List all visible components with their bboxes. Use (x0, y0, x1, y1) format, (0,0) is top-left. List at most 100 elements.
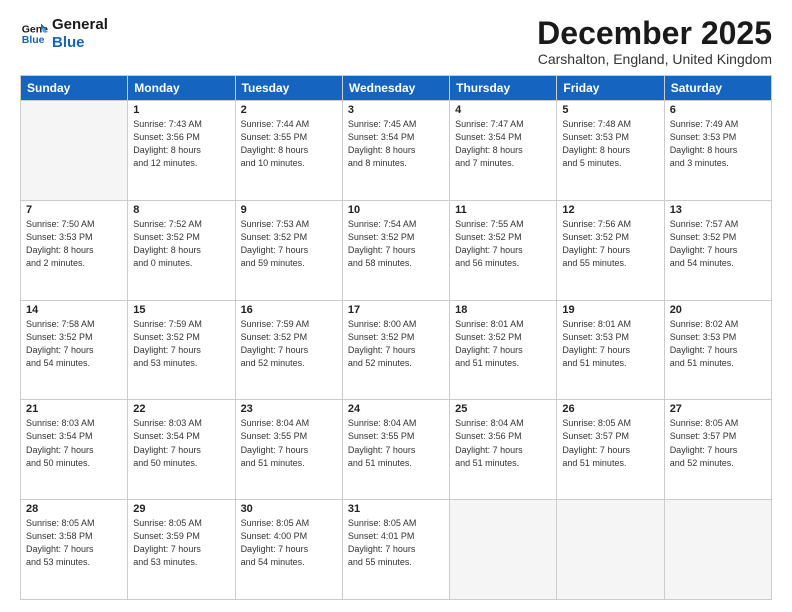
day-info: Sunrise: 8:04 AM Sunset: 3:56 PM Dayligh… (455, 417, 551, 469)
day-number: 3 (348, 104, 444, 116)
calendar-cell: 17Sunrise: 8:00 AM Sunset: 3:52 PM Dayli… (342, 300, 449, 400)
calendar-cell: 24 Sunrise: 8:04 AM Sunset: 3:55 PM Dayli… (342, 400, 449, 500)
day-number: 14 (26, 304, 122, 316)
day-number: 10 (348, 204, 444, 216)
day-info: Sunrise: 7:45 AM Sunset: 3:54 PM Dayligh… (348, 118, 444, 170)
calendar-cell: 2 Sunrise: 7:44 AM Sunset: 3:55 PM Daylig… (235, 101, 342, 201)
calendar-cell: 29 Sunrise: 8:05 AM Sunset: 3:59 PM Dayli… (128, 500, 235, 600)
calendar-cell: 25Sunrise: 8:04 AM Sunset: 3:56 PM Dayli… (450, 400, 557, 500)
calendar-cell: 19 Sunrise: 8:01 AM Sunset: 3:53 PM Dayli… (557, 300, 664, 400)
calendar-cell: 28 Sunrise: 8:05 AM Sunset: 3:58 PM Dayli… (21, 500, 128, 600)
day-info: Sunrise: 8:03 AM Sunset: 3:54 PM Dayligh… (133, 417, 229, 469)
day-info: Sunrise: 7:50 AM Sunset: 3:53 PM Dayligh… (26, 218, 122, 270)
day-info: Sunrise: 8:02 AM Sunset: 3:53 PM Dayligh… (670, 318, 766, 370)
calendar-cell: 1Sunrise: 7:43 AM Sunset: 3:56 PM Daylig… (128, 101, 235, 201)
day-info: Sunrise: 8:05 AM Sunset: 3:57 PM Dayligh… (670, 417, 766, 469)
day-info: Sunrise: 7:52 AM Sunset: 3:52 PM Dayligh… (133, 218, 229, 270)
day-info: Sunrise: 7:53 AM Sunset: 3:52 PM Dayligh… (241, 218, 337, 270)
calendar-table: SundayMondayTuesdayWednesdayThursdayFrid… (20, 75, 772, 600)
calendar-cell: 20 Sunrise: 8:02 AM Sunset: 3:53 PM Dayli… (664, 300, 771, 400)
calendar-cell: 26 Sunrise: 8:05 AM Sunset: 3:57 PM Dayli… (557, 400, 664, 500)
day-number: 7 (26, 204, 122, 216)
day-number: 12 (562, 204, 658, 216)
calendar-title: December 2025 (537, 16, 772, 51)
day-number: 16 (241, 304, 337, 316)
week-row-4: 21 Sunrise: 8:03 AM Sunset: 3:54 PM Dayli… (21, 400, 772, 500)
calendar-cell: 3 Sunrise: 7:45 AM Sunset: 3:54 PM Daylig… (342, 101, 449, 201)
day-info: Sunrise: 7:47 AM Sunset: 3:54 PM Dayligh… (455, 118, 551, 170)
calendar-cell: 5 Sunrise: 7:48 AM Sunset: 3:53 PM Daylig… (557, 101, 664, 201)
calendar-cell: 7 Sunrise: 7:50 AM Sunset: 3:53 PM Daylig… (21, 200, 128, 300)
calendar-cell: 27 Sunrise: 8:05 AM Sunset: 3:57 PM Dayli… (664, 400, 771, 500)
page: General Blue General Blue December 2025 … (0, 0, 792, 612)
day-info: Sunrise: 7:59 AM Sunset: 3:52 PM Dayligh… (133, 318, 229, 370)
calendar-cell: 31 Sunrise: 8:05 AM Sunset: 4:01 PM Dayli… (342, 500, 449, 600)
day-number: 19 (562, 304, 658, 316)
calendar-cell: 21 Sunrise: 8:03 AM Sunset: 3:54 PM Dayli… (21, 400, 128, 500)
day-info: Sunrise: 7:56 AM Sunset: 3:52 PM Dayligh… (562, 218, 658, 270)
day-info: Sunrise: 8:05 AM Sunset: 3:58 PM Dayligh… (26, 517, 122, 569)
week-row-3: 14Sunrise: 7:58 AM Sunset: 3:52 PM Dayli… (21, 300, 772, 400)
day-info: Sunrise: 7:54 AM Sunset: 3:52 PM Dayligh… (348, 218, 444, 270)
calendar-cell: 13Sunrise: 7:57 AM Sunset: 3:52 PM Dayli… (664, 200, 771, 300)
day-number: 23 (241, 403, 337, 415)
day-info: Sunrise: 8:05 AM Sunset: 4:01 PM Dayligh… (348, 517, 444, 569)
calendar-cell (664, 500, 771, 600)
header: General Blue General Blue December 2025 … (20, 16, 772, 67)
calendar-cell: 30Sunrise: 8:05 AM Sunset: 4:00 PM Dayli… (235, 500, 342, 600)
calendar-cell (557, 500, 664, 600)
calendar-cell: 16 Sunrise: 7:59 AM Sunset: 3:52 PM Dayli… (235, 300, 342, 400)
calendar-cell: 23 Sunrise: 8:04 AM Sunset: 3:55 PM Dayli… (235, 400, 342, 500)
day-number: 1 (133, 104, 229, 116)
day-number: 15 (133, 304, 229, 316)
day-number: 18 (455, 304, 551, 316)
day-info: Sunrise: 7:55 AM Sunset: 3:52 PM Dayligh… (455, 218, 551, 270)
day-info: Sunrise: 8:01 AM Sunset: 3:53 PM Dayligh… (562, 318, 658, 370)
day-info: Sunrise: 7:48 AM Sunset: 3:53 PM Dayligh… (562, 118, 658, 170)
day-number: 2 (241, 104, 337, 116)
day-info: Sunrise: 7:59 AM Sunset: 3:52 PM Dayligh… (241, 318, 337, 370)
calendar-cell: 9 Sunrise: 7:53 AM Sunset: 3:52 PM Daylig… (235, 200, 342, 300)
weekday-header-tuesday: Tuesday (235, 76, 342, 101)
day-number: 8 (133, 204, 229, 216)
weekday-header-wednesday: Wednesday (342, 76, 449, 101)
calendar-cell: 15 Sunrise: 7:59 AM Sunset: 3:52 PM Dayli… (128, 300, 235, 400)
day-number: 20 (670, 304, 766, 316)
day-number: 31 (348, 503, 444, 515)
weekday-header-saturday: Saturday (664, 76, 771, 101)
day-info: Sunrise: 8:05 AM Sunset: 3:59 PM Dayligh… (133, 517, 229, 569)
calendar-cell: 8 Sunrise: 7:52 AM Sunset: 3:52 PM Daylig… (128, 200, 235, 300)
calendar-body: 1Sunrise: 7:43 AM Sunset: 3:56 PM Daylig… (21, 101, 772, 600)
calendar-subtitle: Carshalton, England, United Kingdom (537, 51, 772, 67)
logo-icon: General Blue (20, 20, 48, 48)
day-number: 30 (241, 503, 337, 515)
day-info: Sunrise: 8:04 AM Sunset: 3:55 PM Dayligh… (241, 417, 337, 469)
calendar-cell: 11 Sunrise: 7:55 AM Sunset: 3:52 PM Dayli… (450, 200, 557, 300)
calendar-cell: 18Sunrise: 8:01 AM Sunset: 3:52 PM Dayli… (450, 300, 557, 400)
weekday-header-row: SundayMondayTuesdayWednesdayThursdayFrid… (21, 76, 772, 101)
day-number: 27 (670, 403, 766, 415)
day-number: 5 (562, 104, 658, 116)
day-info: Sunrise: 8:04 AM Sunset: 3:55 PM Dayligh… (348, 417, 444, 469)
day-info: Sunrise: 8:05 AM Sunset: 3:57 PM Dayligh… (562, 417, 658, 469)
week-row-1: 1Sunrise: 7:43 AM Sunset: 3:56 PM Daylig… (21, 101, 772, 201)
day-number: 29 (133, 503, 229, 515)
day-number: 21 (26, 403, 122, 415)
day-number: 24 (348, 403, 444, 415)
day-info: Sunrise: 8:03 AM Sunset: 3:54 PM Dayligh… (26, 417, 122, 469)
calendar-cell: 14Sunrise: 7:58 AM Sunset: 3:52 PM Dayli… (21, 300, 128, 400)
calendar-cell (21, 101, 128, 201)
day-info: Sunrise: 8:00 AM Sunset: 3:52 PM Dayligh… (348, 318, 444, 370)
day-number: 6 (670, 104, 766, 116)
day-info: Sunrise: 7:44 AM Sunset: 3:55 PM Dayligh… (241, 118, 337, 170)
day-number: 26 (562, 403, 658, 415)
week-row-2: 7 Sunrise: 7:50 AM Sunset: 3:53 PM Daylig… (21, 200, 772, 300)
day-info: Sunrise: 7:57 AM Sunset: 3:52 PM Dayligh… (670, 218, 766, 270)
week-row-5: 28 Sunrise: 8:05 AM Sunset: 3:58 PM Dayli… (21, 500, 772, 600)
logo-text-general: General (52, 16, 108, 34)
calendar-cell: 22Sunrise: 8:03 AM Sunset: 3:54 PM Dayli… (128, 400, 235, 500)
day-number: 11 (455, 204, 551, 216)
day-number: 9 (241, 204, 337, 216)
day-number: 28 (26, 503, 122, 515)
calendar-cell: 4Sunrise: 7:47 AM Sunset: 3:54 PM Daylig… (450, 101, 557, 201)
